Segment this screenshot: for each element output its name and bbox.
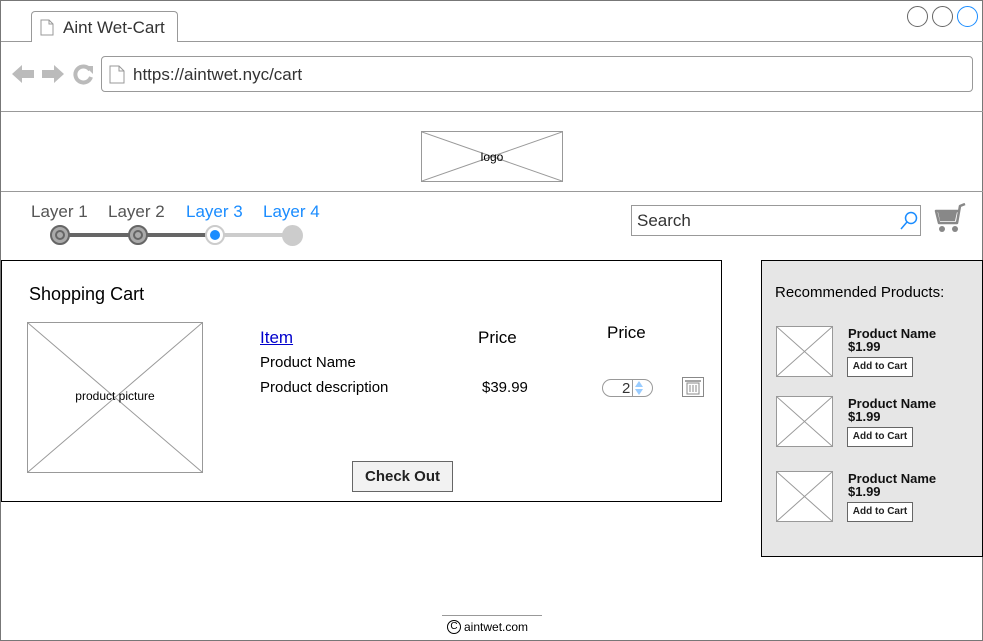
quantity-stepper[interactable]: 2 [602,379,653,397]
item-column-link[interactable]: Item [260,328,293,348]
step-2-dot[interactable] [128,225,148,245]
product-picture: product picture [27,322,203,473]
footer: C aintwet.com [447,620,528,634]
recommended-product-price: $1.99 [848,484,881,499]
quantity-column-header: Price [607,323,646,342]
recommended-product-price: $1.99 [848,409,881,424]
browser-tab[interactable]: Aint Wet-Cart [31,11,178,42]
recommended-product-price: $1.99 [848,339,881,354]
recommended-item: Product Name $1.99 Add to Cart [776,396,976,450]
trash-icon[interactable] [682,377,704,402]
recommended-item: Product Name $1.99 Add to Cart [776,326,976,380]
product-thumbnail[interactable] [776,396,833,447]
step-1-label[interactable]: Layer 1 [31,202,88,222]
reload-icon[interactable] [72,63,94,90]
stepper-divider [632,379,633,397]
footer-divider [442,615,542,616]
copyright-icon: C [447,620,461,634]
product-picture-label: product picture [75,389,155,403]
product-name: Product Name [260,354,356,371]
tab-title: Aint Wet-Cart [63,18,165,37]
step-2-label[interactable]: Layer 2 [108,202,165,222]
quantity-value: 2 [622,380,631,397]
spinner-arrows-icon[interactable] [634,380,644,401]
add-to-cart-button[interactable]: Add to Cart [847,502,913,522]
recommended-title: Recommended Products: [775,284,945,301]
step-4-label[interactable]: Layer 4 [263,202,320,222]
window-button-3[interactable] [957,6,978,27]
logo[interactable]: logo [421,131,563,182]
step-3-dot[interactable] [205,225,225,245]
product-price: $39.99 [482,379,528,396]
forward-arrow-icon[interactable] [42,63,64,90]
recommended-products-panel: Recommended Products: Product Name $1.99… [761,260,983,557]
product-thumbnail[interactable] [776,471,833,522]
search-input[interactable]: Search [631,205,921,236]
step-3-label[interactable]: Layer 3 [186,202,243,222]
footer-text[interactable]: aintwet.com [464,620,528,634]
search-placeholder: Search [637,211,691,230]
page-icon [109,65,125,89]
step-4-dot[interactable] [282,225,303,246]
url-text: https://aintwet.nyc/cart [133,65,303,84]
cart-title: Shopping Cart [29,284,145,304]
browser-window: Aint Wet-Cart https://aintwet.nyc/cart l… [0,0,983,641]
add-to-cart-button[interactable]: Add to Cart [847,427,913,447]
address-bar-divider [1,111,983,112]
window-button-2[interactable] [932,6,953,27]
shopping-cart-icon[interactable] [932,202,966,240]
search-icon[interactable] [900,211,918,236]
header-divider [1,191,983,192]
step-1-dot[interactable] [50,225,70,245]
address-bar[interactable]: https://aintwet.nyc/cart [101,56,973,92]
price-column-header: Price [478,328,517,347]
back-arrow-icon[interactable] [12,63,34,90]
window-button-1[interactable] [907,6,928,27]
add-to-cart-button[interactable]: Add to Cart [847,357,913,377]
page-icon [40,19,54,41]
recommended-item: Product Name $1.99 Add to Cart [776,471,976,525]
checkout-button[interactable]: Check Out [352,461,453,492]
product-thumbnail[interactable] [776,326,833,377]
logo-label: logo [480,150,504,164]
product-description: Product description [260,379,389,396]
shopping-cart-panel: Shopping Cart product picture Item Price… [1,260,722,502]
